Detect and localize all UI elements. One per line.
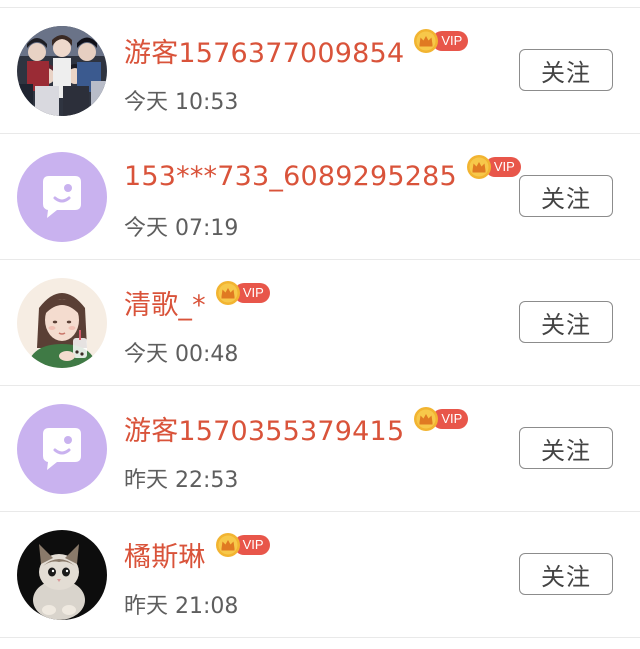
timestamp: 昨天 22:53 <box>124 468 239 493</box>
follow-button[interactable]: 关注 <box>519 427 613 469</box>
username[interactable]: 游客1570355379415 <box>124 409 404 448</box>
name-line: 橘斯琳 VIP <box>124 533 270 574</box>
list-item[interactable]: 清歌_* VIP 今天 00:48 关注 <box>0 260 640 386</box>
name-line: 游客1576377009854 VIP <box>124 29 469 70</box>
avatar[interactable] <box>17 26 107 116</box>
crown-icon <box>215 281 240 305</box>
anime-group-avatar-icon <box>17 26 107 116</box>
list-item[interactable]: 游客1576377009854 VIP 今天 10:53 关注 <box>0 8 640 134</box>
list-item[interactable]: 153***733_6089295285 VIP 今天 07:19 关注 <box>0 134 640 260</box>
list-item[interactable]: 游客1570355379415 VIP 昨天 22:53 关注 <box>0 386 640 512</box>
username[interactable]: 153***733_6089295285 <box>124 161 457 192</box>
vip-badge: VIP <box>414 29 469 53</box>
follow-button[interactable]: 关注 <box>519 175 613 217</box>
crown-icon <box>414 29 439 53</box>
user-list: 游客1576377009854 VIP 今天 10:53 关注 153***73… <box>0 8 640 638</box>
crown-icon <box>414 407 439 431</box>
follow-button[interactable]: 关注 <box>519 49 613 91</box>
vip-badge: VIP <box>215 533 270 557</box>
avatar[interactable] <box>17 404 107 494</box>
list-item[interactable]: 橘斯琳 VIP 昨天 21:08 关注 <box>0 512 640 638</box>
avatar[interactable] <box>17 152 107 242</box>
username[interactable]: 橘斯琳 <box>124 535 206 574</box>
username[interactable]: 清歌_* <box>124 283 206 322</box>
timestamp: 昨天 21:08 <box>124 594 239 619</box>
name-line: 153***733_6089295285 VIP <box>124 155 521 196</box>
vip-badge: VIP <box>215 281 270 305</box>
chat-bubble-icon <box>17 404 107 494</box>
follow-button[interactable]: 关注 <box>519 553 613 595</box>
illustrated-girl-icon <box>17 278 107 368</box>
timestamp: 今天 07:19 <box>124 216 239 241</box>
crown-icon <box>215 533 240 557</box>
chat-bubble-icon <box>17 152 107 242</box>
username[interactable]: 游客1576377009854 <box>124 31 404 70</box>
crown-icon <box>466 155 491 179</box>
timestamp: 今天 00:48 <box>124 342 239 367</box>
avatar[interactable] <box>17 530 107 620</box>
follow-button[interactable]: 关注 <box>519 301 613 343</box>
name-line: 游客1570355379415 VIP <box>124 407 469 448</box>
name-line: 清歌_* VIP <box>124 281 270 322</box>
avatar[interactable] <box>17 278 107 368</box>
timestamp: 今天 10:53 <box>124 90 239 115</box>
vip-badge: VIP <box>414 407 469 431</box>
vip-badge: VIP <box>466 155 521 179</box>
cat-photo-icon <box>17 530 107 620</box>
